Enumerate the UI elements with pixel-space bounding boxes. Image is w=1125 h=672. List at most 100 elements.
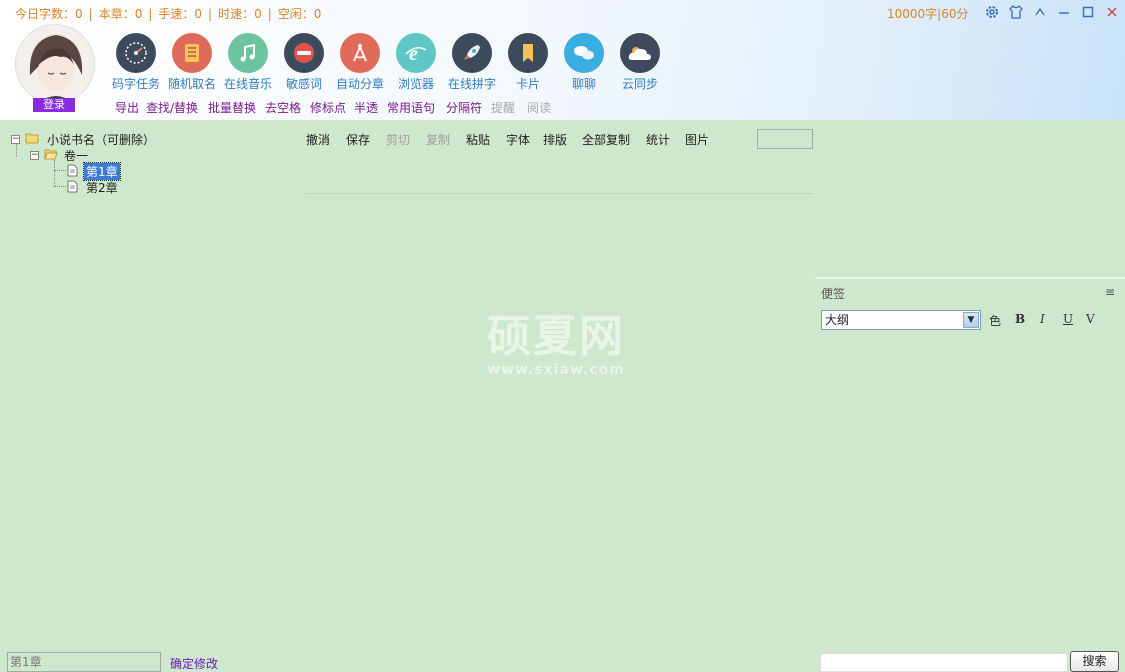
stat-idle: 空闲：0	[277, 7, 322, 21]
user-avatar[interactable]	[15, 24, 95, 104]
bookmark-icon	[508, 33, 548, 73]
close-icon[interactable]	[1101, 2, 1123, 22]
tool-online-spell[interactable]: 在线拼字	[442, 33, 502, 92]
common-phrases-link[interactable]: 常用语句	[387, 99, 435, 116]
cut-button[interactable]: 剪切	[386, 131, 410, 148]
tool-random-name[interactable]: 随机取名	[162, 33, 222, 92]
export-link[interactable]: 导出	[115, 99, 139, 116]
login-button[interactable]: 登录	[33, 98, 75, 112]
underline-button[interactable]: U	[1063, 312, 1073, 326]
notebook-icon	[172, 33, 212, 73]
open-folder-icon	[44, 148, 58, 163]
top-header: 今日字数：0 | 本章：0 | 手速：0 | 时速：0 | 空闲：0 10000字|60分 登录…	[0, 0, 1125, 120]
tool-label: 在线音乐	[223, 77, 272, 91]
semi-transparent-link[interactable]: 半透	[354, 99, 378, 116]
compass-icon	[340, 33, 380, 73]
italic-button[interactable]: I	[1040, 312, 1045, 326]
maximize-icon[interactable]	[1077, 2, 1099, 22]
batch-replace-link[interactable]: 批量替换	[208, 99, 256, 116]
collapse-toggle-icon[interactable]: −	[30, 151, 39, 160]
svg-text:e: e	[409, 43, 418, 65]
v-button[interactable]: V	[1086, 312, 1095, 326]
music-note-icon	[228, 33, 268, 73]
watermark: 硕夏网 www.sxiaw.com	[487, 311, 625, 379]
chapter-label-selected: 第1章	[83, 162, 121, 181]
bold-button[interactable]: B	[1015, 312, 1025, 326]
writing-stats: 今日字数：0 | 本章：0 | 手速：0 | 时速：0 | 空闲：0	[15, 7, 322, 21]
chapter-name-input[interactable]: 第1章	[7, 652, 161, 672]
browser-icon: e	[396, 33, 436, 73]
tool-card[interactable]: 卡片	[498, 33, 558, 92]
no-entry-icon	[284, 33, 324, 73]
tool-label: 在线拼字	[447, 77, 496, 91]
tool-label: 卡片	[515, 77, 540, 91]
chevron-down-icon[interactable]: ▼	[963, 312, 979, 328]
tool-typing-task[interactable]: 码字任务	[106, 33, 166, 92]
skin-shirt-icon[interactable]	[1005, 2, 1027, 22]
tree-volume-node[interactable]: − 卷一	[30, 147, 88, 164]
tool-chat[interactable]: 聊聊	[554, 33, 614, 92]
tree-book-node[interactable]: − 小说书名（可删除）	[11, 131, 155, 148]
tree-chapter-node[interactable]: 第2章	[67, 179, 118, 196]
search-button[interactable]: 搜索	[1070, 651, 1119, 672]
speedometer-icon	[116, 33, 156, 73]
tool-label: 浏览器	[397, 77, 434, 91]
stat-chapter: 本章：0	[98, 7, 143, 21]
tool-label: 云同步	[621, 77, 658, 91]
tool-label: 码字任务	[111, 77, 160, 91]
copy-all-button[interactable]: 全部复制	[582, 131, 630, 148]
tool-label: 随机取名	[167, 77, 216, 91]
tool-cloud-sync[interactable]: 云同步	[610, 33, 670, 92]
rocket-icon	[452, 33, 492, 73]
volume-title: 卷一	[64, 149, 89, 163]
document-icon	[67, 164, 78, 180]
minimize-icon[interactable]	[1053, 2, 1075, 22]
document-icon	[67, 180, 78, 196]
tree-chapter-node[interactable]: 第1章	[67, 162, 121, 181]
layout-button[interactable]: 排版	[543, 131, 567, 148]
cloud-icon	[620, 33, 660, 73]
save-button[interactable]: 保存	[346, 131, 370, 148]
color-button[interactable]: 色	[989, 312, 1001, 329]
settings-gear-icon[interactable]	[981, 2, 1003, 22]
stat-hourspeed: 时速：0	[218, 7, 262, 21]
separator-link[interactable]: 分隔符	[446, 99, 482, 116]
tool-label: 敏感词	[285, 77, 322, 91]
tool-label: 聊聊	[571, 77, 596, 91]
notes-type-select[interactable]: 大纲 ▼	[821, 310, 981, 330]
stat-today: 今日字数：0	[15, 7, 83, 21]
book-title: 小说书名（可删除）	[47, 133, 156, 147]
tool-online-music[interactable]: 在线音乐	[218, 33, 278, 92]
remove-spaces-link[interactable]: 去空格	[265, 99, 301, 116]
find-replace-link[interactable]: 查找/替换	[146, 99, 198, 116]
collapse-toggle-icon[interactable]: −	[11, 135, 20, 144]
search-input[interactable]	[820, 653, 1068, 672]
font-button[interactable]: 字体	[506, 131, 530, 148]
editor-small-input[interactable]	[757, 129, 813, 149]
fix-punctuation-link[interactable]: 修标点	[310, 99, 346, 116]
reminder-link[interactable]: 提醒	[491, 99, 515, 116]
stat-handspeed: 手速：0	[158, 7, 203, 21]
watermark-title: 硕夏网	[487, 311, 625, 362]
notes-menu-icon[interactable]: ≡	[1105, 285, 1115, 299]
read-link[interactable]: 阅读	[527, 99, 551, 116]
tool-browser[interactable]: e 浏览器	[386, 33, 446, 92]
tool-label: 自动分章	[335, 77, 384, 91]
confirm-edit-link[interactable]: 确定修改	[170, 655, 218, 672]
tool-sensitive-words[interactable]: 敏感词	[274, 33, 334, 92]
chat-icon	[564, 33, 604, 73]
select-value: 大纲	[825, 313, 850, 327]
notes-title: 便签	[821, 287, 846, 301]
statistics-button[interactable]: 统计	[646, 131, 670, 148]
undo-button[interactable]: 撤消	[306, 131, 330, 148]
folder-icon	[25, 132, 39, 147]
collapse-up-icon[interactable]	[1029, 2, 1051, 22]
tool-auto-chapter[interactable]: 自动分章	[330, 33, 390, 92]
copy-button[interactable]: 复制	[426, 131, 450, 148]
watermark-url: www.sxiaw.com	[487, 362, 625, 378]
editor-divider	[305, 193, 813, 194]
notes-panel: 便签 ≡ 大纲 ▼ 色 B I U V	[815, 277, 1125, 672]
chapter-label: 第2章	[86, 181, 118, 195]
image-button[interactable]: 图片	[685, 131, 709, 148]
paste-button[interactable]: 粘贴	[466, 131, 490, 148]
